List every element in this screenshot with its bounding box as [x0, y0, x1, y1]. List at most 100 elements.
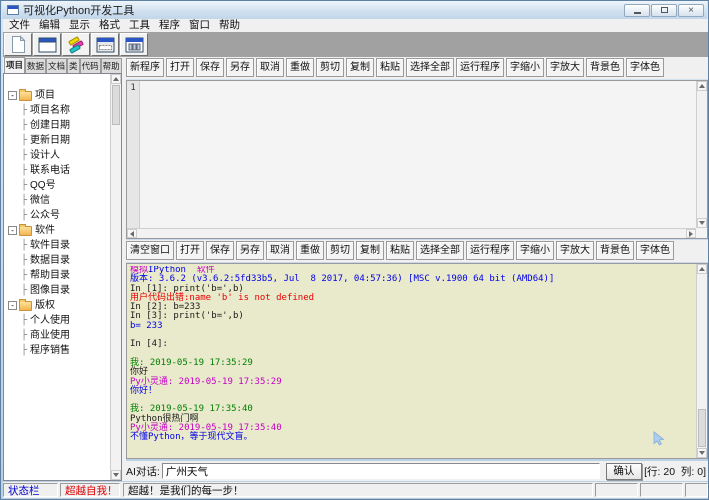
scroll-up-button[interactable]: [111, 74, 121, 84]
editor-button-14[interactable]: 背景色: [586, 58, 624, 77]
console-button-2[interactable]: 打开: [176, 241, 204, 260]
editor-button-6[interactable]: 重做: [286, 58, 314, 77]
tab-1[interactable]: 项目: [4, 57, 25, 73]
tree-leaf[interactable]: ├微信: [5, 193, 109, 208]
tree-expander-icon[interactable]: -: [8, 226, 17, 235]
editor-button-1[interactable]: 新程序: [126, 58, 164, 77]
tree-node-1[interactable]: -项目: [5, 88, 109, 103]
grid-window-button[interactable]: [120, 33, 148, 56]
menu-item-4[interactable]: 格式: [99, 19, 120, 32]
editor-button-5[interactable]: 取消: [256, 58, 284, 77]
tab-2[interactable]: 数据: [25, 58, 46, 73]
scroll-right-button[interactable]: [686, 229, 696, 238]
editor-button-7[interactable]: 剪切: [316, 58, 344, 77]
console-output[interactable]: 模拟IPython 软件版本: 3.6.2 (v3.6.2:5fd33b5, J…: [126, 263, 708, 459]
menu-item-1[interactable]: 文件: [9, 19, 30, 32]
tree-leaf[interactable]: ├图像目录: [5, 283, 109, 298]
menu-item-8[interactable]: 帮助: [219, 19, 240, 32]
console-line: b= 233: [130, 322, 693, 331]
editor-button-3[interactable]: 保存: [196, 58, 224, 77]
tree-leaf[interactable]: ├软件目录: [5, 238, 109, 253]
tree-expander-icon[interactable]: -: [8, 301, 17, 310]
editor-button-4[interactable]: 另存: [226, 58, 254, 77]
editor-button-13[interactable]: 字放大: [546, 58, 584, 77]
tree-scrollbar[interactable]: [110, 74, 121, 480]
menu-item-5[interactable]: 工具: [129, 19, 150, 32]
tree-leaf-label: 项目名称: [30, 103, 70, 118]
tree-leaf[interactable]: ├数据目录: [5, 253, 109, 268]
menu-item-7[interactable]: 窗口: [189, 19, 210, 32]
scroll-up-button[interactable]: [697, 264, 707, 274]
tree-leaf[interactable]: ├商业使用: [5, 328, 109, 343]
new-file-button[interactable]: [4, 33, 32, 56]
editor-button-10[interactable]: 选择全部: [406, 58, 454, 77]
menu-bar: 文件编辑显示格式工具程序窗口帮助: [3, 19, 708, 32]
tree-leaf[interactable]: ├QQ号: [5, 178, 109, 193]
window-button[interactable]: [33, 33, 61, 56]
editor-vertical-scrollbar[interactable]: [696, 81, 707, 228]
close-button[interactable]: ×: [678, 4, 704, 17]
tree-leaf[interactable]: ├更新日期: [5, 133, 109, 148]
tree-node-2[interactable]: -软件: [5, 223, 109, 238]
console-button-8[interactable]: 复制: [356, 241, 384, 260]
editor-text-area[interactable]: [141, 81, 696, 228]
console-button-10[interactable]: 选择全部: [416, 241, 464, 260]
scroll-left-button[interactable]: [127, 229, 137, 238]
tab-6[interactable]: 帮助: [101, 58, 122, 73]
menu-item-3[interactable]: 显示: [69, 19, 90, 32]
menu-item-6[interactable]: 程序: [159, 19, 180, 32]
console-button-13[interactable]: 字放大: [556, 241, 594, 260]
tree-leaf[interactable]: ├帮助目录: [5, 268, 109, 283]
scroll-down-button[interactable]: [697, 448, 707, 458]
ai-chat-label: AI对话:: [126, 464, 160, 479]
console-button-12[interactable]: 字缩小: [516, 241, 554, 260]
console-scrollbar[interactable]: [696, 264, 707, 458]
editor-horizontal-scrollbar[interactable]: [127, 228, 696, 238]
editor-button-11[interactable]: 运行程序: [456, 58, 504, 77]
tree-leaf[interactable]: ├项目名称: [5, 103, 109, 118]
tree-leaf[interactable]: ├设计人: [5, 148, 109, 163]
console-button-5[interactable]: 取消: [266, 241, 294, 260]
tree-leaf[interactable]: ├程序销售: [5, 343, 109, 358]
console-button-9[interactable]: 粘贴: [386, 241, 414, 260]
console-button-11[interactable]: 运行程序: [466, 241, 514, 260]
console-button-7[interactable]: 剪切: [326, 241, 354, 260]
tree-leaf[interactable]: ├联系电话: [5, 163, 109, 178]
editor-button-2[interactable]: 打开: [166, 58, 194, 77]
tree-leaf-label: 程序销售: [30, 343, 70, 358]
scroll-thumb[interactable]: [112, 85, 120, 125]
console-button-1[interactable]: 清空窗口: [126, 241, 174, 260]
tree-leaf[interactable]: ├创建日期: [5, 118, 109, 133]
minimize-button[interactable]: [624, 4, 650, 17]
editor-button-9[interactable]: 粘贴: [376, 58, 404, 77]
menu-item-2[interactable]: 编辑: [39, 19, 60, 32]
console-button-6[interactable]: 重做: [296, 241, 324, 260]
tree-leaf-label: 联系电话: [30, 163, 70, 178]
tree-node-3[interactable]: -版权: [5, 298, 109, 313]
editor-button-8[interactable]: 复制: [346, 58, 374, 77]
console-line: Py小灵通: 2019-05-19 17:35:29: [130, 378, 693, 387]
maximize-button[interactable]: [651, 4, 677, 17]
tree-leaf[interactable]: ├公众号: [5, 208, 109, 223]
color-pens-button[interactable]: [62, 33, 90, 56]
console-button-3[interactable]: 保存: [206, 241, 234, 260]
tree-leaf[interactable]: ├个人使用: [5, 313, 109, 328]
branch-line: ├: [21, 238, 27, 253]
tab-3[interactable]: 文档: [46, 58, 67, 73]
tree-expander-icon[interactable]: -: [8, 91, 17, 100]
confirm-button[interactable]: 确认: [606, 463, 642, 480]
tab-4[interactable]: 类: [67, 58, 80, 73]
title-bar[interactable]: 可视化Python开发工具 ×: [2, 1, 707, 19]
tab-5[interactable]: 代码: [80, 58, 101, 73]
editor-button-12[interactable]: 字缩小: [506, 58, 544, 77]
scroll-down-button[interactable]: [111, 470, 121, 480]
scroll-thumb[interactable]: [698, 409, 706, 447]
console-button-4[interactable]: 另存: [236, 241, 264, 260]
console-button-15[interactable]: 字体色: [636, 241, 674, 260]
editor-button-15[interactable]: 字体色: [626, 58, 664, 77]
scroll-up-button[interactable]: [697, 81, 707, 91]
form-window-button[interactable]: [91, 33, 119, 56]
scroll-down-button[interactable]: [697, 218, 707, 228]
console-button-14[interactable]: 背景色: [596, 241, 634, 260]
ai-chat-input[interactable]: [162, 463, 600, 479]
